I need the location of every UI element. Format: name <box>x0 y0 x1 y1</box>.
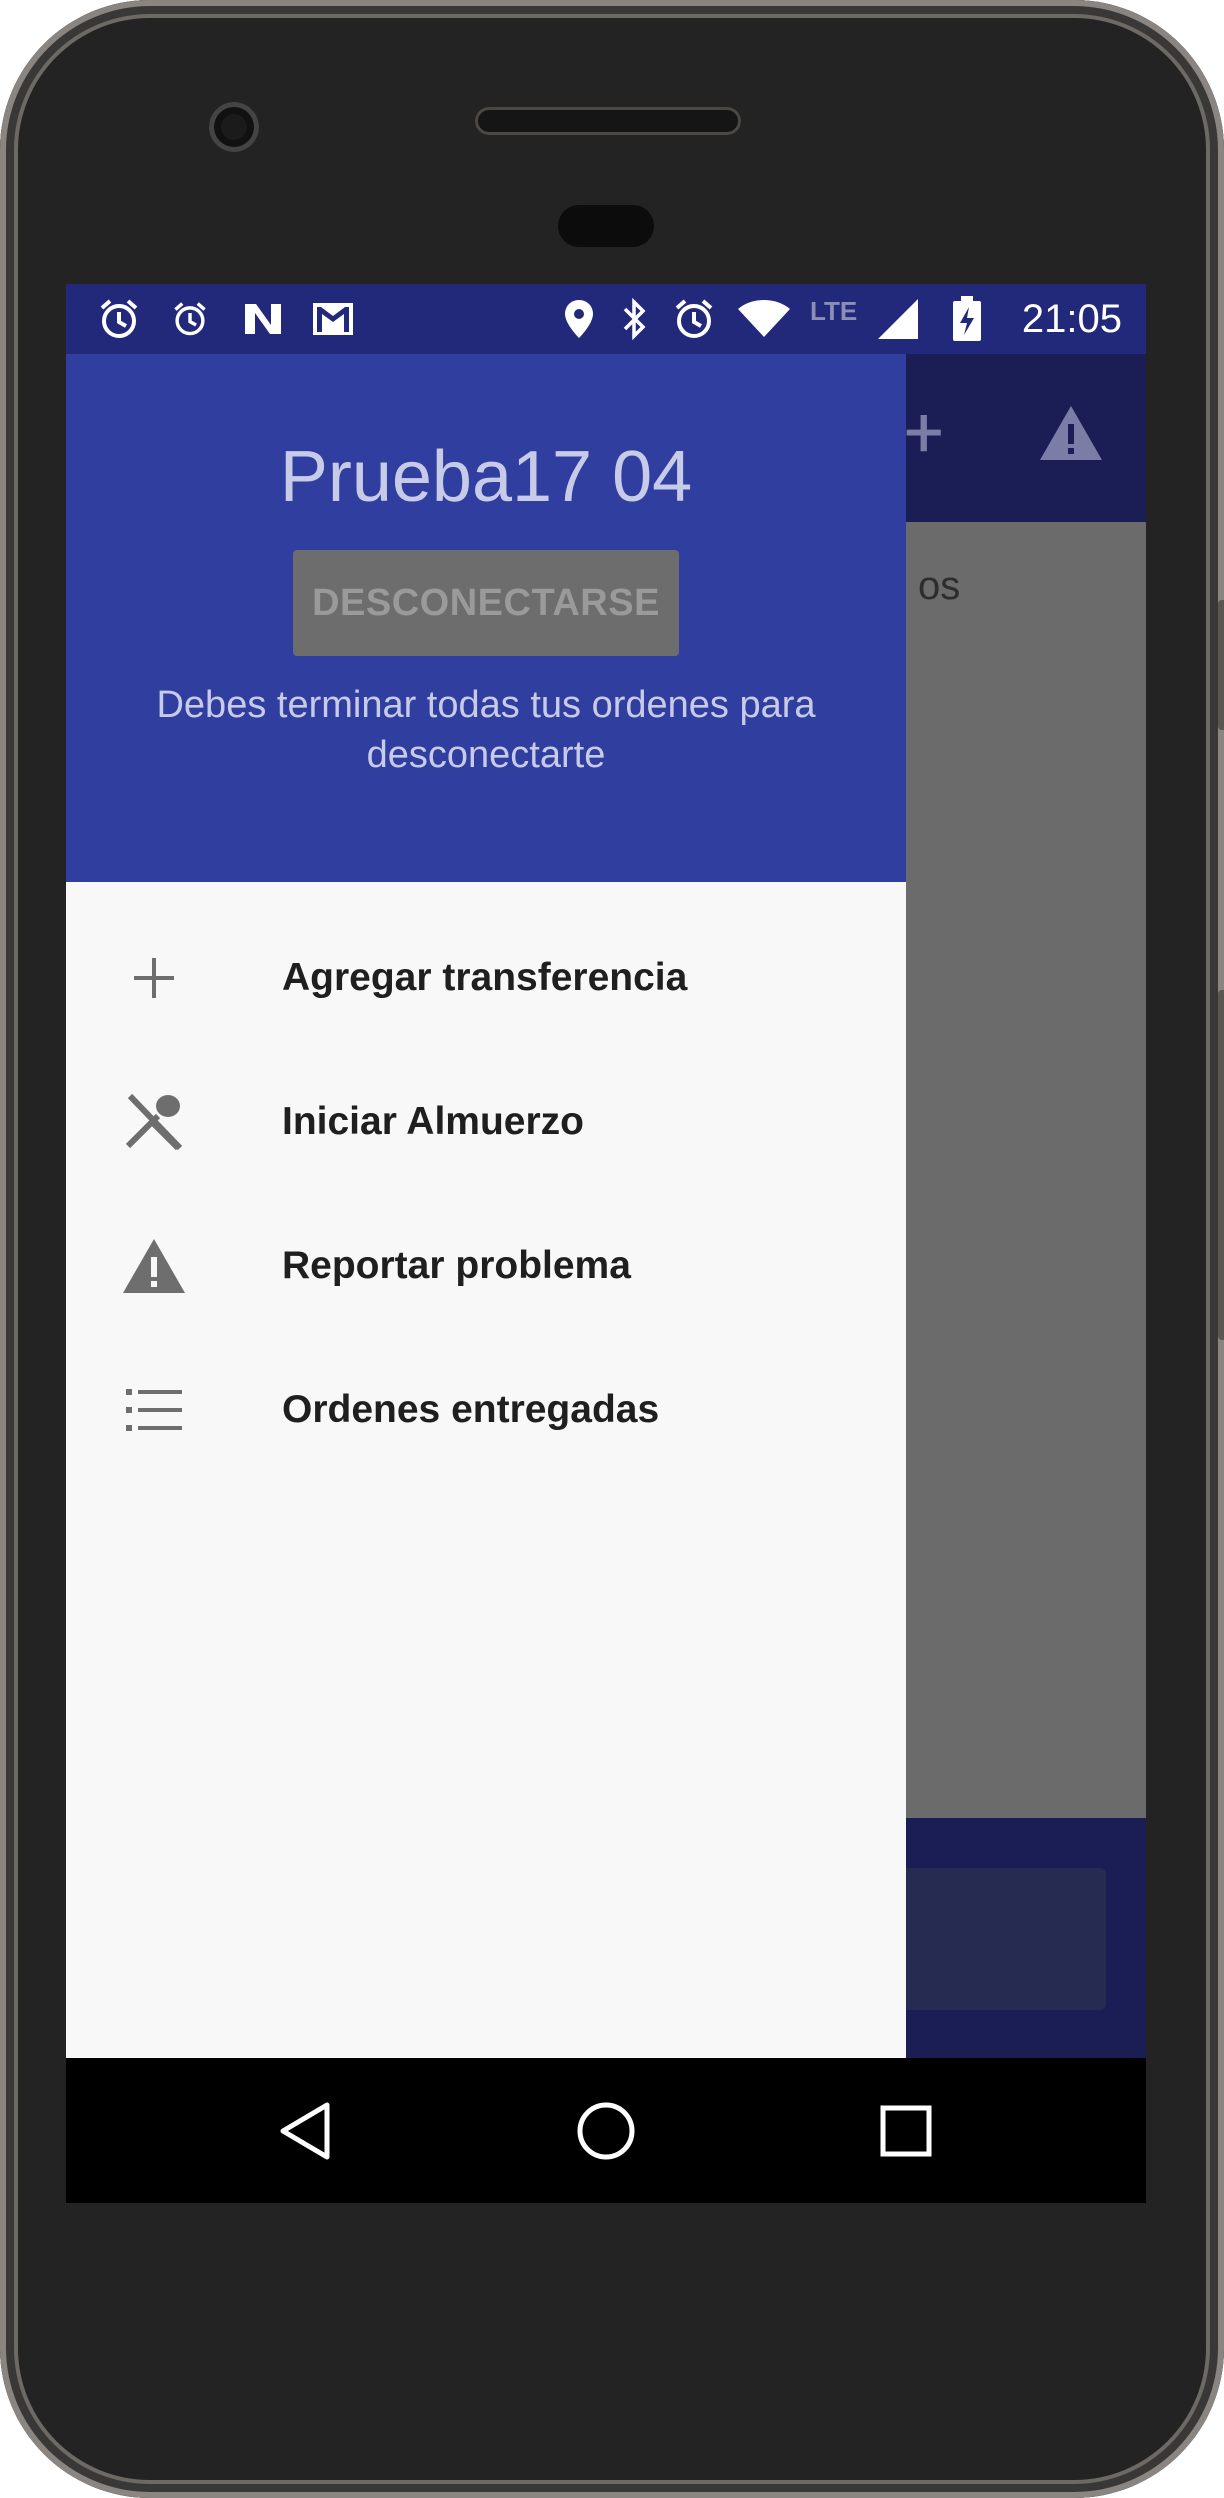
home-icon[interactable] <box>533 2058 678 2203</box>
background-warning-icon <box>1038 404 1104 466</box>
utensils-icon <box>118 1086 190 1158</box>
disconnect-button[interactable]: DESCONECTARSE <box>293 550 679 656</box>
list-icon <box>118 1374 190 1446</box>
menu-item-label: Agregar transferencia <box>282 956 688 999</box>
signal-icon <box>874 296 922 342</box>
volume-button <box>1218 600 1224 730</box>
menu-item-label: Reportar problema <box>282 1244 631 1287</box>
system-navigation-bar <box>66 2058 1146 2203</box>
recents-icon[interactable] <box>833 2058 978 2203</box>
drawer-menu: Agregar transferencia Iniciar Almuerzo R… <box>66 882 906 1482</box>
menu-item-label: Ordenes entregadas <box>282 1388 660 1431</box>
menu-item-label: Iniciar Almuerzo <box>282 1100 584 1143</box>
n-app-icon <box>240 296 286 342</box>
menu-item-delivered-orders[interactable]: Ordenes entregadas <box>66 1338 906 1482</box>
power-button <box>1218 990 1224 1340</box>
drawer-header: Prueba17 04 DESCONECTARSE Debes terminar… <box>66 354 906 882</box>
clock: 21:05 <box>1021 297 1122 341</box>
front-camera <box>209 102 259 152</box>
earpiece-speaker <box>475 107 741 135</box>
user-name: Prueba17 04 <box>279 437 693 517</box>
proximity-sensor <box>558 205 654 247</box>
bluetooth-icon <box>618 296 652 342</box>
disconnect-note: Debes terminar todas tus ordenes para de… <box>156 684 816 776</box>
status-bar: LTE 21:05 <box>66 284 1146 354</box>
alarm-icon <box>96 296 142 342</box>
menu-item-start-lunch[interactable]: Iniciar Almuerzo <box>66 1050 906 1194</box>
navigation-drawer: Prueba17 04 DESCONECTARSE Debes terminar… <box>66 354 906 2058</box>
background-bottom-button <box>896 1868 1106 2010</box>
battery-charging-icon <box>950 296 984 342</box>
menu-item-report-problem[interactable]: Reportar problema <box>66 1194 906 1338</box>
warning-icon <box>118 1230 190 1302</box>
alarm-icon <box>672 296 716 342</box>
background-text: os <box>918 564 961 608</box>
plus-icon <box>118 942 190 1014</box>
screen: + os LTE 21:05 Prueba17 04 DESCONECTARSE… <box>66 284 1146 2203</box>
location-icon <box>562 296 596 342</box>
background-plus-icon: + <box>904 392 944 474</box>
back-icon[interactable] <box>232 2058 377 2203</box>
wifi-icon <box>736 296 792 342</box>
phone-frame: + os LTE 21:05 Prueba17 04 DESCONECTARSE… <box>0 0 1224 2498</box>
menu-item-add-transfer[interactable]: Agregar transferencia <box>66 906 906 1050</box>
alarm-icon <box>170 296 210 342</box>
gmail-icon <box>310 296 356 342</box>
network-type-label: LTE <box>810 296 858 326</box>
